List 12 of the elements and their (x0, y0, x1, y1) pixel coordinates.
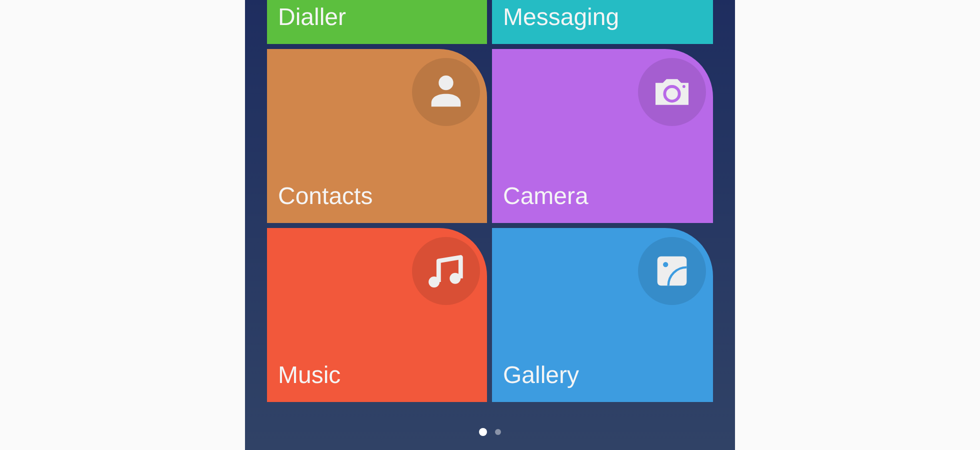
app-label: Contacts (278, 183, 373, 211)
app-tile[interactable]: Contacts (267, 49, 487, 223)
app-tile[interactable]: Messaging (492, 0, 713, 44)
app-label: Dialler (278, 4, 346, 32)
app-label: Messaging (503, 4, 620, 32)
app-tile[interactable]: Dialler (267, 0, 487, 44)
app-label: Camera (503, 183, 588, 211)
app-label: Gallery (503, 362, 580, 390)
app-tile[interactable]: Gallery (492, 228, 713, 402)
app-label: Music (278, 362, 341, 390)
app-tile[interactable]: Camera (492, 49, 713, 223)
app-tile[interactable]: Music (267, 228, 487, 402)
